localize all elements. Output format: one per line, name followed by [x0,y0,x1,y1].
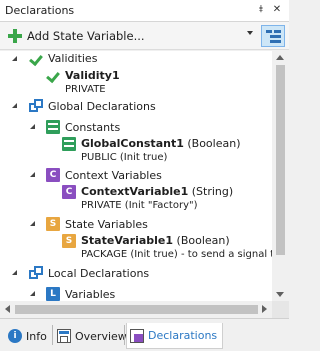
info-icon: i [8,329,22,343]
tree-node-state-variable1[interactable]: StateVariable1 (Boolean) [81,234,230,247]
tree-node-variables[interactable]: Variables [65,288,115,301]
state-variable-icon: S [46,217,60,231]
context-variable-icon: C [46,168,60,182]
panel-tab-strip: i Info Overview Declarations [0,318,289,351]
checkmark-icon [29,52,43,66]
scroll-up-arrow-icon[interactable] [276,55,284,60]
add-state-variable-button[interactable]: Add State Variable... [8,27,145,45]
global-constant1-type: (Boolean) [187,137,241,150]
collapse-arrow-icon[interactable] [11,103,19,111]
global-declarations-icon [29,99,43,113]
close-icon[interactable]: ✕ [270,2,284,18]
tab-overview-label: Overview [75,329,127,343]
global-constant1-detail: PUBLIC (Init true) [81,152,168,163]
tab-separator [124,325,125,345]
validity1-name: Validity1 [65,69,120,82]
add-state-variable-label: Add State Variable... [27,29,145,43]
collapse-arrow-icon[interactable] [29,221,37,229]
tree-view-icon-bar [270,40,281,43]
tab-separator [52,325,53,345]
state-variable1-detail: PACKAGE (Init true) - to send a signal t… [81,249,272,260]
tab-overview[interactable]: Overview [57,323,127,349]
local-variable-icon: L [46,287,60,301]
pin-icon[interactable]: ⯒ [254,2,268,18]
tree-node-validity1[interactable]: Validity1 [65,69,120,82]
panel-title: Declarations [5,4,75,17]
validity1-detail: PRIVATE [65,84,106,95]
scroll-left-arrow-icon[interactable] [5,305,10,313]
panel-titlebar: Declarations ⯒ ✕ [0,0,289,22]
declarations-tree[interactable]: Validities Validity1 PRIVATE Global Decl… [0,51,272,301]
tree-view-button[interactable] [261,25,285,47]
global-constant1-name: GlobalConstant1 [81,137,184,150]
tree-node-global-constant1[interactable]: GlobalConstant1 (Boolean) [81,137,241,150]
tree-node-validities[interactable]: Validities [48,52,97,65]
state-variable1-type: (Boolean) [176,234,230,247]
horizontal-scroll-thumb[interactable] [15,305,258,314]
context-variable1-name: ContextVariable1 [81,185,189,198]
tab-declarations-label: Declarations [148,329,218,342]
scrollbar-corner [272,301,289,318]
tab-declarations[interactable]: Declarations [126,323,224,349]
chevron-down-icon[interactable] [247,31,253,35]
vertical-scrollbar[interactable] [272,51,289,301]
context-variable-icon: C [62,185,76,199]
collapse-arrow-icon[interactable] [11,270,19,278]
checkmark-icon [46,69,60,83]
constant-icon [46,120,60,134]
tab-info[interactable]: i Info [8,323,47,349]
tree-view-icon-bar [270,35,281,38]
toolbar: Add State Variable... [0,22,289,50]
scroll-down-arrow-icon[interactable] [276,292,284,297]
collapse-arrow-icon[interactable] [11,56,19,64]
constant-icon [62,137,76,151]
collapse-arrow-icon[interactable] [29,124,37,132]
tree-view-icon-bar [274,30,281,33]
context-variable1-type: (String) [191,185,234,198]
vertical-scroll-thumb[interactable] [276,65,285,255]
local-declarations-icon [29,266,43,280]
tree-node-local-declarations[interactable]: Local Declarations [48,267,149,280]
scroll-right-arrow-icon[interactable] [262,305,267,313]
declarations-icon [130,328,144,343]
plus-icon [8,29,22,43]
tree-node-context-variable1[interactable]: ContextVariable1 (String) [81,185,233,198]
tree-node-state-variables[interactable]: State Variables [65,218,148,231]
overview-icon [57,329,71,343]
tree-node-context-variables[interactable]: Context Variables [65,169,162,182]
context-variable1-detail: PRIVATE (Init "Factory") [81,200,198,211]
collapse-arrow-icon[interactable] [29,172,37,180]
tab-info-label: Info [26,329,47,343]
tree-node-constants[interactable]: Constants [65,121,120,134]
tree-view-icon [266,30,272,33]
tree-node-global-declarations[interactable]: Global Declarations [48,100,156,113]
horizontal-scrollbar[interactable] [0,301,289,318]
collapse-arrow-icon[interactable] [29,291,37,299]
state-variable-icon: S [62,234,76,248]
state-variable1-name: StateVariable1 [81,234,174,247]
